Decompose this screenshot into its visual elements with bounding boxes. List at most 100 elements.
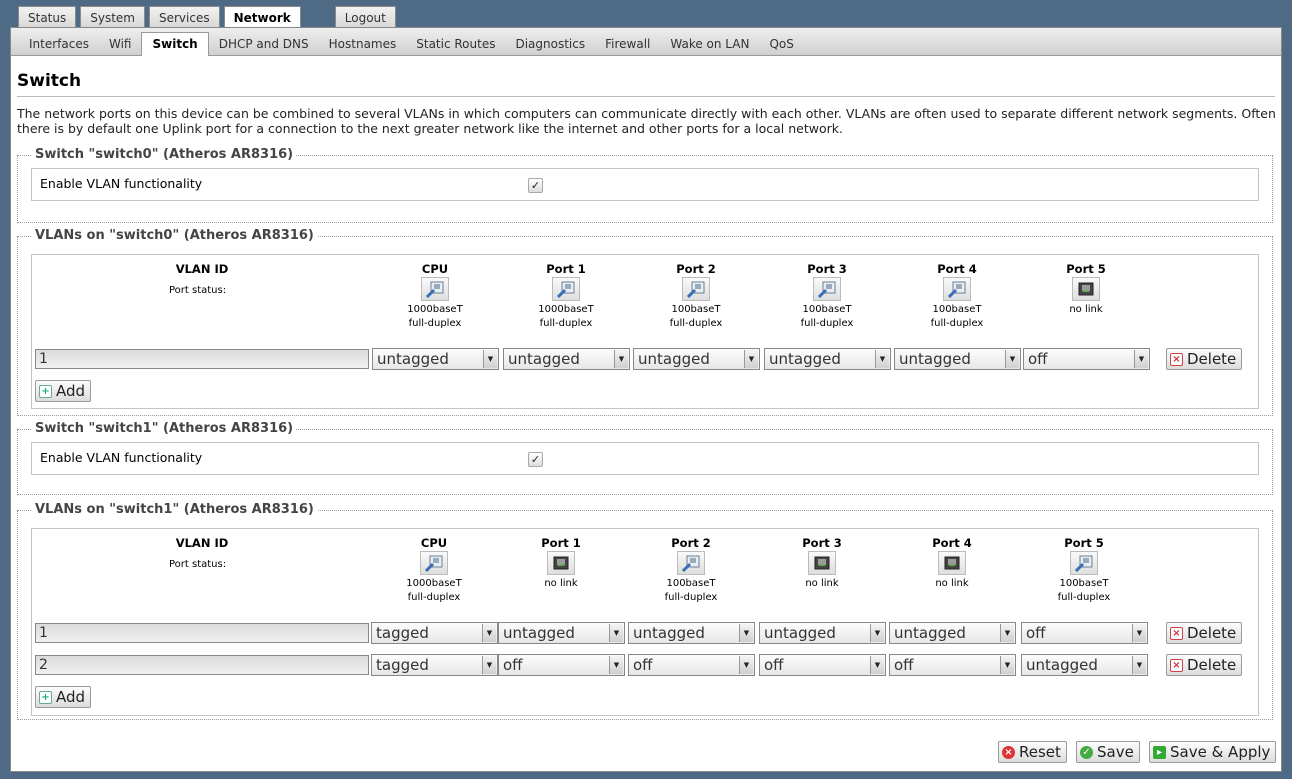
delete-icon: ×	[1170, 658, 1183, 672]
vlans0-col-header: Port 2	[676, 262, 716, 276]
chevron-down-icon: ▼	[1000, 656, 1014, 674]
subtab-firewall[interactable]: Firewall	[595, 33, 660, 55]
switch1-enable-label: Enable VLAN functionality	[40, 450, 203, 465]
vlans0-port-select[interactable]: untagged ▼	[372, 348, 499, 370]
vlans1-legend: VLANs on "switch1" (Atheros AR8316)	[32, 502, 317, 517]
vlans0-port-select-value: untagged	[508, 350, 580, 368]
delete-icon: ×	[1170, 626, 1183, 640]
sub-tabs: Interfaces Wifi Switch DHCP and DNS Host…	[11, 28, 1281, 56]
vlans0-fieldset: VLANs on "switch0" (Atheros AR8316) VLAN…	[17, 228, 1273, 416]
vlans1-port-select[interactable]: tagged ▼	[371, 654, 498, 676]
port-link-up-icon	[420, 551, 448, 575]
vlans0-port-status: 100baseT full-duplex	[897, 277, 1017, 331]
vlans0-port-select[interactable]: untagged ▼	[764, 348, 891, 370]
vlans0-col-header: Port 1	[546, 262, 586, 276]
chevron-down-icon: ▼	[482, 656, 496, 674]
vlans0-port-select[interactable]: untagged ▼	[503, 348, 630, 370]
vlans1-port-duplex: full-duplex	[1057, 592, 1111, 603]
vlans0-port-speed: 100baseT	[802, 304, 852, 315]
chevron-down-icon: ▼	[739, 656, 753, 674]
main-tabs: Status System Services Network Logout	[18, 6, 396, 29]
vlans1-port-select[interactable]: untagged ▼	[889, 622, 1016, 644]
vlans1-port-select-value: off	[894, 656, 914, 674]
subtab-qos[interactable]: QoS	[759, 33, 803, 55]
chevron-down-icon: ▼	[1132, 656, 1146, 674]
vlans0-port-select[interactable]: untagged ▼	[894, 348, 1021, 370]
switch1-options: Enable VLAN functionality ✓	[31, 442, 1259, 475]
page-title: Switch	[17, 71, 82, 91]
switch0-options: Enable VLAN functionality ✓	[31, 168, 1259, 201]
vlans0-port-select[interactable]: off ▼	[1023, 348, 1150, 370]
vlans0-port-status: 1000baseT full-duplex	[375, 277, 495, 331]
vlans1-port-status-label: Port status:	[169, 559, 227, 570]
vlans1-vlan-id-input[interactable]: 2	[35, 655, 369, 675]
chevron-down-icon: ▼	[614, 350, 628, 368]
vlans1-port-select[interactable]: tagged ▼	[371, 622, 498, 644]
vlans1-port-status: 100baseT full-duplex	[1024, 551, 1144, 605]
subtab-switch[interactable]: Switch	[141, 32, 209, 56]
vlans1-port-select[interactable]: off ▼	[628, 654, 755, 676]
vlans0-delete-label: Delete	[1187, 350, 1237, 368]
vlans0-delete-button[interactable]: × Delete	[1166, 348, 1243, 370]
vlans0-port-select[interactable]: untagged ▼	[633, 348, 760, 370]
tab-services[interactable]: Services	[149, 6, 220, 27]
reset-button[interactable]: × Reset	[998, 741, 1067, 763]
vlans1-port-speed: 100baseT	[1059, 578, 1109, 589]
vlans0-port-select-value: off	[1028, 350, 1048, 368]
chevron-down-icon: ▼	[1134, 350, 1148, 368]
tab-status[interactable]: Status	[18, 6, 77, 27]
save-label: Save	[1097, 743, 1134, 761]
add-icon: +	[39, 384, 52, 398]
vlans0-port-select-value: untagged	[377, 350, 449, 368]
vlans1-port-select[interactable]: off ▼	[759, 654, 886, 676]
vlans1-col-header: Port 1	[541, 536, 581, 550]
save-apply-label: Save & Apply	[1170, 743, 1271, 761]
vlans1-port-select[interactable]: untagged ▼	[498, 622, 625, 644]
subtab-interfaces[interactable]: Interfaces	[19, 33, 99, 55]
vlans1-add-button[interactable]: + Add	[35, 686, 92, 708]
switch1-enable-checkbox[interactable]: ✓	[528, 452, 543, 467]
tab-logout[interactable]: Logout	[334, 6, 396, 27]
vlans1-port-select-value: untagged	[633, 624, 705, 642]
vlans1-port-select-value: off	[503, 656, 523, 674]
vlans1-port-select[interactable]: untagged ▼	[628, 622, 755, 644]
vlans1-port-select[interactable]: off ▼	[889, 654, 1016, 676]
vlans1-port-select[interactable]: off ▼	[1021, 622, 1148, 644]
vlans1-port-speed: no link	[805, 578, 839, 589]
subtab-static-routes[interactable]: Static Routes	[406, 33, 505, 55]
vlans0-add-button[interactable]: + Add	[35, 380, 92, 402]
vlans0-col-header: CPU	[421, 262, 449, 276]
vlans0-port-speed: no link	[1069, 304, 1103, 315]
subtab-dhcp-dns[interactable]: DHCP and DNS	[209, 33, 319, 55]
subtab-diagnostics[interactable]: Diagnostics	[505, 33, 595, 55]
vlans1-table: VLAN ID Port status: CPU 1000baseT full-dupl…	[31, 528, 1259, 716]
vlans1-vlan-id-input[interactable]: 1	[35, 623, 369, 643]
vlans1-port-status: 100baseT full-duplex	[631, 551, 751, 605]
save-icon: ✓	[1080, 745, 1093, 759]
tab-network[interactable]: Network	[223, 6, 301, 29]
vlans1-port-select[interactable]: untagged ▼	[1021, 654, 1148, 676]
vlans1-delete-button[interactable]: × Delete	[1166, 622, 1243, 644]
vlans1-port-status: no link	[892, 551, 1012, 591]
subtab-wifi[interactable]: Wifi	[99, 33, 142, 55]
vlans1-port-select[interactable]: untagged ▼	[759, 622, 886, 644]
vlans1-port-select[interactable]: off ▼	[498, 654, 625, 676]
vlans1-add-label: Add	[56, 688, 86, 706]
subtab-wake-on-lan[interactable]: Wake on LAN	[660, 33, 759, 55]
vlans1-delete-button[interactable]: × Delete	[1166, 654, 1243, 676]
switch0-enable-checkbox[interactable]: ✓	[528, 178, 543, 193]
vlans1-port-select-value: tagged	[376, 656, 429, 674]
save-apply-button[interactable]: ▸ Save & Apply	[1149, 741, 1277, 763]
vlans1-port-duplex: full-duplex	[407, 592, 461, 603]
vlans0-port-duplex: full-duplex	[539, 318, 593, 329]
subtab-hostnames[interactable]: Hostnames	[319, 33, 407, 55]
switch1-fieldset: Switch "switch1" (Atheros AR8316) Enable…	[17, 421, 1273, 495]
vlans0-col-header: Port 5	[1066, 262, 1106, 276]
vlans0-port-select-value: untagged	[638, 350, 710, 368]
vlans0-port-duplex: full-duplex	[800, 318, 854, 329]
vlans0-vlan-id-input[interactable]: 1	[35, 349, 369, 369]
chevron-down-icon: ▼	[870, 656, 884, 674]
save-button[interactable]: ✓ Save	[1076, 741, 1140, 763]
vlans0-port-duplex: full-duplex	[930, 318, 984, 329]
tab-system[interactable]: System	[80, 6, 145, 27]
